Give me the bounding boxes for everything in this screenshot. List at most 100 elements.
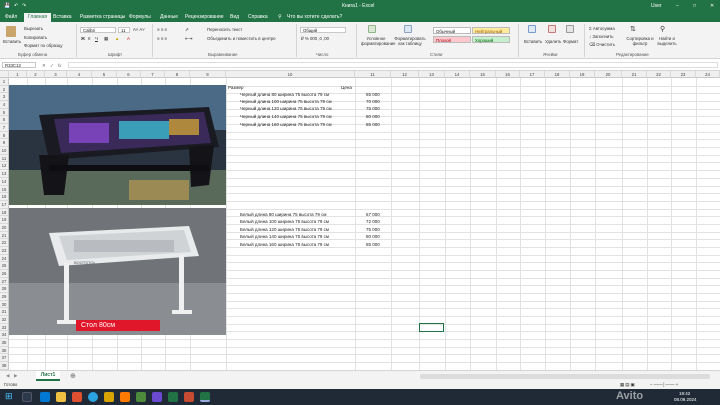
bold-icon[interactable]: Ж [81, 36, 85, 41]
column-header[interactable]: 22 [647, 71, 671, 78]
windows-start-icon[interactable]: ⊞ [5, 391, 13, 402]
add-sheet-icon[interactable]: ⊕ [70, 372, 76, 380]
column-header[interactable]: 19 [570, 71, 595, 78]
user-name[interactable]: User [651, 3, 662, 9]
tab-page-layout[interactable]: Разметка страницы [80, 14, 125, 20]
column-header[interactable]: 10 [226, 71, 355, 78]
format-painter-button[interactable]: Формат по образцу [24, 43, 63, 48]
column-header[interactable]: 5 [92, 71, 117, 78]
row-header[interactable]: 23 [0, 246, 9, 255]
active-cell[interactable] [419, 323, 444, 332]
row-header[interactable]: 34 [0, 331, 9, 340]
row-header[interactable]: 18 [0, 208, 9, 217]
white-size-cell[interactable]: Белый длина 80 ширина 75 высота 79 см [240, 212, 327, 217]
row-header[interactable]: 20 [0, 223, 9, 232]
black-size-cell[interactable]: Черный длина 140 ширина 75 высота 79 см [240, 114, 332, 119]
column-header[interactable]: 17 [520, 71, 545, 78]
borders-icon[interactable]: ▦ [104, 36, 108, 42]
tab-help[interactable]: Справка [248, 14, 268, 20]
align-left-icon[interactable]: ≡ ≡ ≡ [157, 36, 167, 41]
row-header[interactable]: 21 [0, 231, 9, 240]
row-header[interactable]: 24 [0, 254, 9, 263]
photo-black-table[interactable] [9, 85, 226, 205]
tab-data[interactable]: Данные [160, 14, 178, 20]
maximize-icon[interactable]: □ [693, 3, 696, 9]
column-header[interactable]: 3 [45, 71, 67, 78]
white-size-cell[interactable]: Белый длина 140 ширина 75 высота 79 см [240, 234, 329, 239]
style-neutral[interactable]: Нейтральный [472, 27, 510, 34]
insert-cells-icon[interactable] [528, 25, 536, 33]
column-header[interactable]: 15 [470, 71, 496, 78]
white-price-cell[interactable]: 72 000 [366, 219, 380, 224]
black-price-cell[interactable]: 65 000 [366, 92, 380, 97]
black-size-cell[interactable]: Черный длина 120 ширина 75 высота 79 см [240, 106, 332, 111]
row-header[interactable]: 12 [0, 162, 9, 171]
redo-icon[interactable]: ↷ [22, 3, 26, 9]
paste-button[interactable]: Вставить [3, 39, 21, 44]
horizontal-scrollbar[interactable] [420, 374, 710, 379]
font-grow-icon[interactable]: A˄ A˅ [133, 27, 145, 32]
column-header[interactable]: 9 [190, 71, 226, 78]
black-size-cell[interactable]: Черный длина 100 ширина 75 высота 79 см [240, 99, 332, 104]
app-icon[interactable] [120, 392, 130, 402]
font-color-icon[interactable]: A [127, 36, 130, 41]
row-header[interactable]: 11 [0, 154, 9, 163]
row-header[interactable]: 13 [0, 170, 9, 178]
row-header[interactable]: 17 [0, 200, 9, 209]
fill-button[interactable]: ↓ Заполнить [589, 34, 613, 39]
header-size-cell[interactable]: Размер [228, 85, 243, 90]
black-price-cell[interactable]: 85 000 [366, 122, 380, 127]
row-header[interactable]: 28 [0, 285, 9, 294]
row-header[interactable]: 27 [0, 277, 9, 286]
wrap-text-button[interactable]: Переносить текст [207, 27, 242, 32]
column-header[interactable]: 11 [355, 71, 391, 78]
style-good[interactable]: Хороший [472, 36, 510, 43]
style-normal[interactable]: Обычный [433, 27, 471, 34]
column-header[interactable]: 12 [391, 71, 419, 78]
column-header[interactable]: 18 [545, 71, 570, 78]
tab-view[interactable]: Вид [230, 14, 239, 20]
excel-taskbar-icon[interactable] [168, 392, 178, 402]
black-price-cell[interactable]: 70 000 [366, 99, 380, 104]
column-header[interactable]: 6 [117, 71, 141, 78]
row-header[interactable]: 15 [0, 185, 9, 194]
row-header[interactable]: 25 [0, 262, 9, 270]
zoom-slider[interactable]: – ───│─── + [650, 382, 678, 387]
photo-white-table[interactable]: BOOTSTOL [9, 208, 226, 335]
black-size-cell[interactable]: Черный длина 160 ширина 75 высота 79 см [240, 122, 332, 127]
row-header[interactable]: 36 [0, 346, 9, 355]
column-header[interactable]: 1 [9, 71, 27, 78]
row-header[interactable]: 4 [0, 101, 9, 109]
sort-filter-button[interactable]: Сортировка и фильтр [626, 36, 654, 46]
column-header[interactable]: 8 [165, 71, 190, 78]
row-header[interactable]: 26 [0, 270, 9, 278]
currency-icon[interactable]: ₽ % 000 ,0 ,00 [301, 36, 329, 42]
white-price-cell[interactable]: 67 000 [366, 212, 380, 217]
app-icon[interactable] [184, 392, 194, 402]
view-normal-icon[interactable]: ▦ ▤ ▣ [620, 382, 635, 388]
column-header[interactable]: 16 [496, 71, 520, 78]
name-box[interactable]: R33C13 [2, 62, 36, 68]
column-header[interactable]: 7 [141, 71, 165, 78]
column-header[interactable]: 24 [696, 71, 720, 78]
underline-icon[interactable]: Ч [95, 36, 98, 41]
tell-me-search[interactable]: Что вы хотите сделать? [287, 14, 342, 20]
function-icon[interactable]: fx [58, 63, 61, 68]
row-header[interactable]: 14 [0, 177, 9, 186]
row-header[interactable]: 35 [0, 339, 9, 347]
copy-button[interactable]: Копировать [24, 35, 47, 40]
row-header[interactable]: 7 [0, 124, 9, 132]
black-size-cell[interactable]: Черный длина 80 ширина 75 высота 79 см [240, 92, 329, 97]
row-header[interactable]: 31 [0, 308, 9, 317]
cut-button[interactable]: Вырезать [24, 26, 43, 31]
white-size-cell[interactable]: Белый длина 160 ширина 75 высота 79 см [240, 242, 329, 247]
insert-cells-button[interactable]: Вставить [524, 39, 542, 44]
app-icon[interactable] [152, 392, 162, 402]
clock-date[interactable]: 08.09.2024 [674, 397, 697, 402]
column-header[interactable]: 21 [622, 71, 647, 78]
tab-home[interactable]: Главная [24, 13, 52, 22]
format-cells-button[interactable]: Формат [563, 39, 578, 44]
close-icon[interactable]: ✕ [710, 3, 714, 9]
app-icon[interactable] [136, 392, 146, 402]
conditional-formatting-icon[interactable] [368, 25, 376, 33]
